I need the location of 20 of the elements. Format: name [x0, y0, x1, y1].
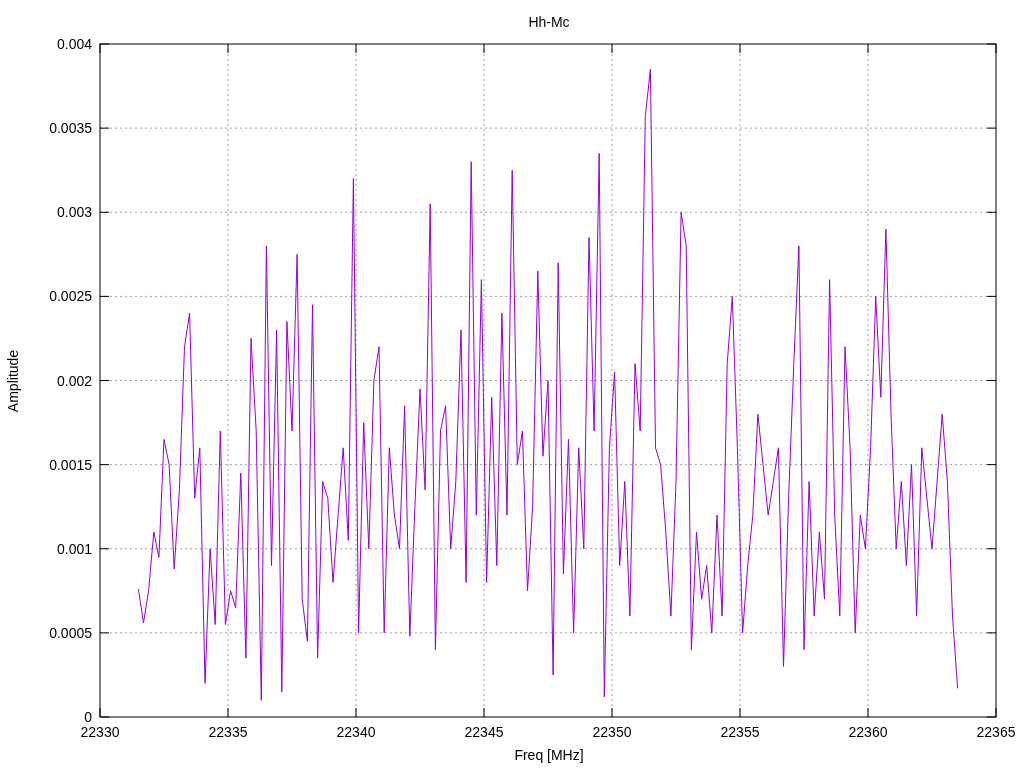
tick-label: 22335: [208, 724, 248, 740]
tick-label: 22355: [720, 724, 760, 740]
axis-label: Freq [MHz]: [514, 747, 584, 763]
tick-label: 22340: [336, 724, 376, 740]
tick-label: 0.0035: [49, 120, 92, 137]
tick-label: 0: [84, 709, 92, 725]
tick-label: 0.002: [56, 372, 92, 389]
axis-label: Amplitude: [5, 349, 21, 413]
tick-label: 0.001: [56, 540, 92, 557]
tick-label: 22360: [848, 724, 888, 740]
tick-label: 22350: [592, 724, 632, 740]
tick-label: 22345: [464, 724, 504, 740]
tick-label: 0.0025: [49, 288, 92, 305]
tick-label: 22365: [976, 724, 1016, 740]
chart-title: Hh-Mc: [528, 14, 570, 30]
tick-label: 0.004: [56, 36, 92, 52]
tick-label: 0.003: [56, 204, 92, 221]
tick-label: 0.0005: [49, 624, 92, 641]
tick-label: 22330: [80, 724, 120, 740]
tick-label: 0.0015: [49, 456, 92, 473]
